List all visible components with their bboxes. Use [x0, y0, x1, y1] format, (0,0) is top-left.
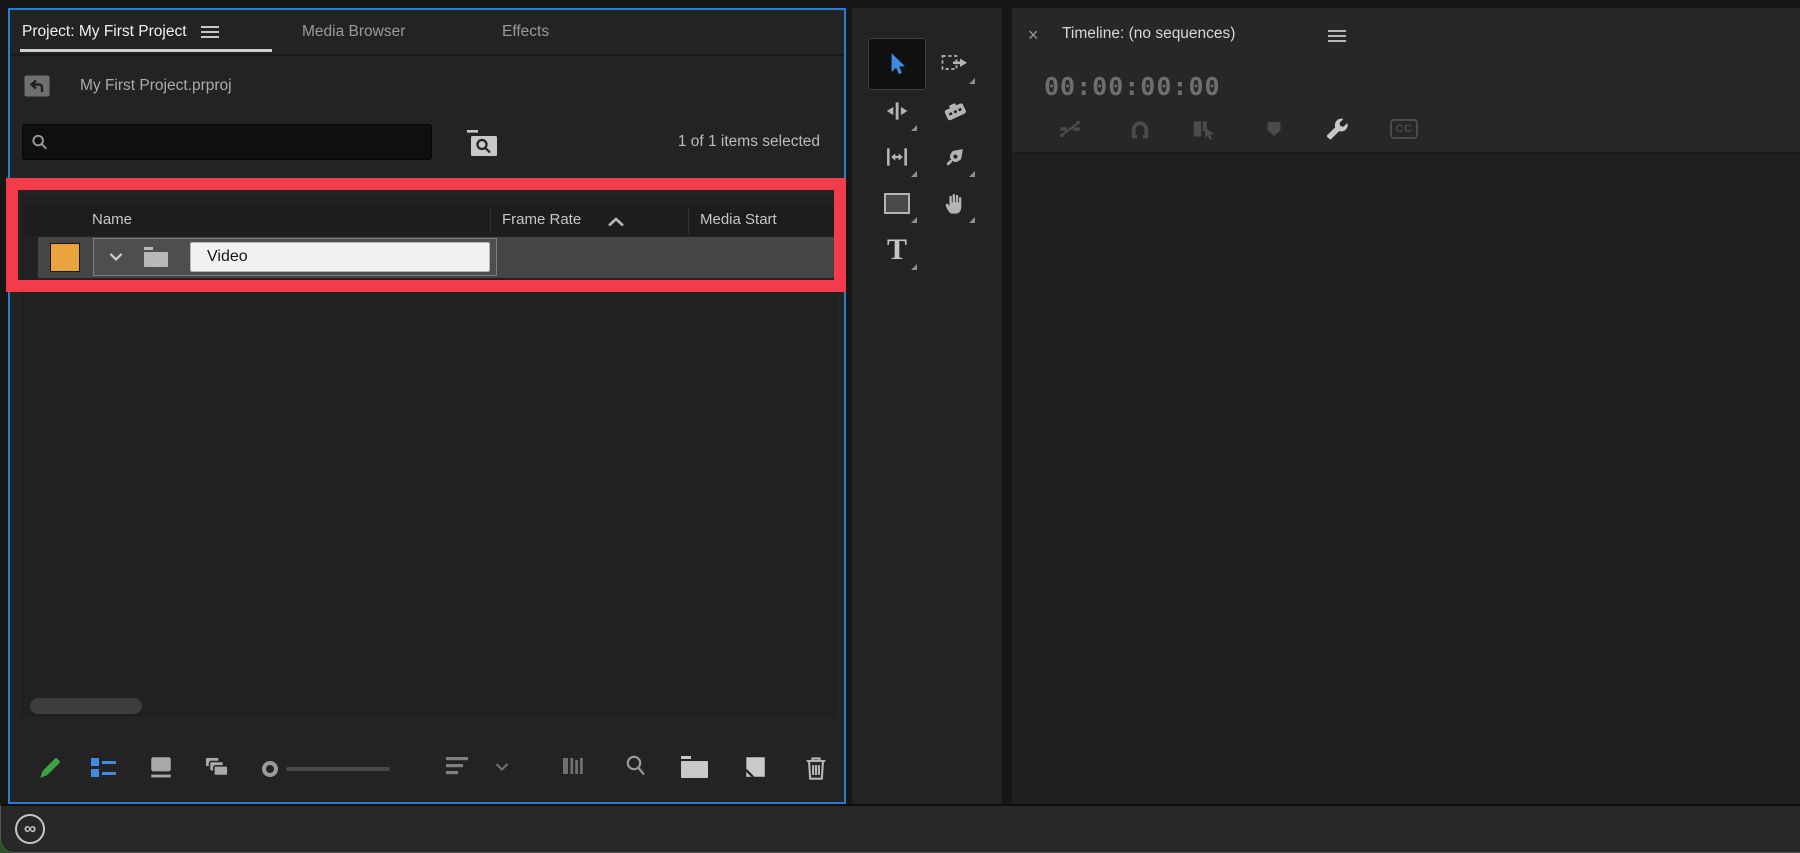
search-bin-icon[interactable]: [464, 128, 502, 160]
column-separator[interactable]: [490, 208, 491, 234]
tab-project[interactable]: Project: My First Project: [22, 10, 219, 54]
tool-flyout-indicator: [911, 171, 917, 177]
search-box[interactable]: [22, 124, 432, 160]
captions-icon[interactable]: CC: [1388, 114, 1420, 144]
tool-flyout-indicator: [911, 125, 917, 131]
icon-view-icon[interactable]: [148, 754, 174, 780]
tool-flyout-indicator: [969, 171, 975, 177]
table-row-bin-video[interactable]: [38, 237, 834, 278]
zoom-slider-track[interactable]: [286, 767, 390, 771]
sort-ascending-caret-icon: [606, 216, 626, 228]
snap-magnet-icon[interactable]: [1124, 114, 1156, 144]
selection-status: 1 of 1 items selected: [678, 133, 820, 151]
sort-order-icon[interactable]: [444, 754, 470, 778]
zoom-slider-knob[interactable]: [262, 761, 278, 777]
sort-menu-chevron-icon[interactable]: [494, 762, 510, 772]
column-header-name[interactable]: Name: [92, 211, 132, 228]
new-item-icon[interactable]: [742, 754, 768, 780]
track-select-forward-tool[interactable]: [932, 41, 978, 87]
type-tool-glyph: T: [887, 235, 907, 265]
list-view-icon[interactable]: [88, 754, 118, 780]
tool-flyout-indicator: [969, 217, 975, 223]
status-bar: ∞: [0, 804, 1800, 853]
premiere-pro-window: Project: My First Project Media Browser …: [0, 0, 1800, 853]
timeline-header: × Timeline: (no sequences) 00:00:00:00: [1012, 8, 1800, 153]
slip-tool[interactable]: [874, 134, 920, 180]
search-input[interactable]: [48, 133, 423, 151]
tab-project-label: Project: My First Project: [22, 23, 187, 41]
column-header-media-start[interactable]: Media Start: [700, 211, 777, 228]
search-icon: [31, 133, 48, 151]
selection-tool[interactable]: [868, 38, 926, 90]
bin-folder-icon: [142, 245, 170, 269]
new-bin-icon[interactable]: [678, 754, 710, 780]
bin-label-color-swatch[interactable]: [50, 243, 80, 272]
razor-tool[interactable]: [932, 88, 978, 134]
hand-tool[interactable]: [932, 180, 978, 226]
horizontal-scrollbar[interactable]: [30, 698, 142, 714]
bin-name-cell[interactable]: [93, 238, 497, 276]
tool-flyout-indicator: [911, 264, 917, 270]
column-header-frame-rate[interactable]: Frame Rate: [502, 211, 581, 228]
type-tool[interactable]: T: [874, 227, 920, 273]
automate-to-sequence-icon[interactable]: [560, 754, 586, 778]
timecode-display[interactable]: 00:00:00:00: [1044, 72, 1221, 101]
panel-menu-icon[interactable]: [201, 26, 219, 38]
captions-badge: CC: [1390, 119, 1419, 139]
linked-selection-icon[interactable]: [1188, 114, 1220, 144]
timeline-settings-wrench-icon[interactable]: [1320, 114, 1352, 144]
creative-cloud-icon[interactable]: ∞: [15, 814, 45, 844]
tool-flyout-indicator: [969, 78, 975, 84]
active-tab-underline: [20, 49, 272, 52]
ripple-edit-tool[interactable]: [874, 88, 920, 134]
tool-flyout-indicator: [911, 217, 917, 223]
rectangle-tool[interactable]: [874, 180, 920, 226]
project-panel: Project: My First Project Media Browser …: [8, 8, 846, 804]
close-panel-icon[interactable]: ×: [1028, 26, 1039, 44]
project-tab-bar: Project: My First Project Media Browser …: [10, 10, 844, 56]
tab-media-browser-label: Media Browser: [302, 23, 405, 41]
add-marker-icon[interactable]: [1258, 114, 1290, 144]
tab-effects[interactable]: Effects: [502, 10, 549, 54]
rectangle-icon: [884, 193, 910, 214]
project-footer-toolbar: [10, 742, 844, 800]
pen-tool[interactable]: [932, 134, 978, 180]
freeform-view-icon[interactable]: [202, 754, 230, 782]
find-icon[interactable]: [624, 754, 648, 778]
timeline-panel: × Timeline: (no sequences) 00:00:00:00: [1012, 8, 1800, 804]
bin-name-input[interactable]: [190, 242, 490, 272]
tab-effects-label: Effects: [502, 23, 549, 41]
panel-menu-icon[interactable]: [1328, 30, 1346, 42]
column-separator[interactable]: [688, 208, 689, 234]
selection-cursor-icon: [884, 51, 910, 77]
tools-panel: T: [852, 8, 1002, 804]
navigate-up-icon[interactable]: [24, 74, 50, 98]
project-writable-pencil-icon: [34, 754, 64, 784]
breadcrumb[interactable]: My First Project.prproj: [80, 77, 232, 95]
timeline-tab-title[interactable]: Timeline: (no sequences): [1062, 25, 1235, 43]
table-header: Name Frame Rate Media Start: [24, 206, 834, 236]
tab-media-browser[interactable]: Media Browser: [302, 10, 405, 54]
expand-chevron-icon[interactable]: [108, 252, 124, 262]
delete-trash-icon[interactable]: [802, 754, 830, 782]
nest-insert-icon[interactable]: [1054, 114, 1086, 144]
